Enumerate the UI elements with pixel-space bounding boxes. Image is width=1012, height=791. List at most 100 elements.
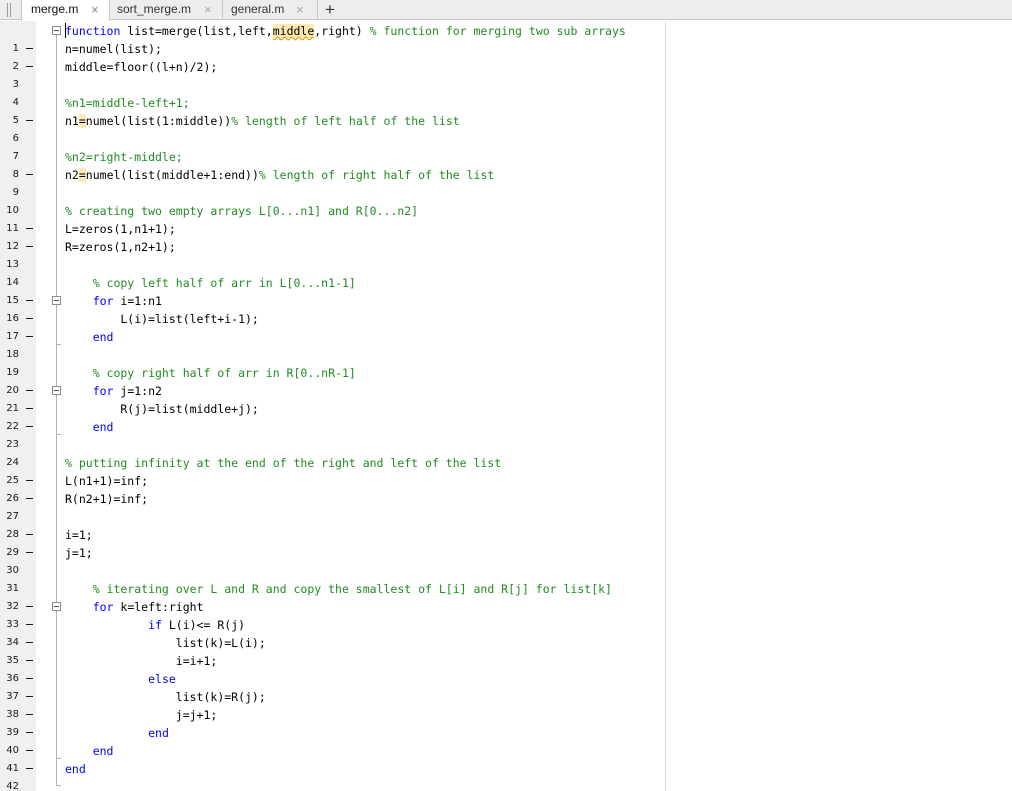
code-line[interactable]: 1 function list=merge(list,left,middle,r… bbox=[0, 22, 1012, 54]
code-line[interactable]: 39 j=j+1; bbox=[0, 706, 1012, 738]
code-line[interactable]: 21 for j=1:n2 bbox=[0, 382, 1012, 414]
code-line[interactable]: 30 j=1; bbox=[0, 544, 1012, 576]
code-text: if L(i)<= R(j) bbox=[148, 618, 246, 632]
code-line[interactable]: 6 n1=numel(list(1:middle))% length of le… bbox=[0, 112, 1012, 144]
code-line[interactable]: 41 end bbox=[0, 742, 1012, 774]
code-line[interactable]: 24 bbox=[0, 436, 1012, 468]
breakpoint-dash[interactable] bbox=[26, 174, 33, 175]
code-line[interactable]: 18 end bbox=[0, 328, 1012, 360]
breakpoint-dash[interactable] bbox=[26, 768, 33, 769]
breakpoint-dash[interactable] bbox=[26, 534, 33, 535]
code-text: else bbox=[148, 672, 176, 686]
code-editor[interactable]: 1 function list=merge(list,left,middle,r… bbox=[0, 21, 1012, 791]
code-line[interactable]: 28 bbox=[0, 508, 1012, 540]
tab-general-m[interactable]: general.m × bbox=[223, 0, 318, 20]
tab-bar-grip[interactable] bbox=[7, 3, 11, 17]
breakpoint-dash[interactable] bbox=[26, 552, 33, 553]
tab-merge-m[interactable]: merge.m × bbox=[21, 0, 110, 21]
code-line[interactable]: 14 bbox=[0, 256, 1012, 288]
code-text: j=1; bbox=[65, 546, 93, 560]
breakpoint-dash[interactable] bbox=[26, 606, 33, 607]
code-line[interactable]: 12 L=zeros(1,n1+1); bbox=[0, 220, 1012, 252]
breakpoint-dash[interactable] bbox=[26, 660, 33, 661]
code-text: n=numel(list); bbox=[65, 42, 162, 56]
close-tab-icon[interactable]: × bbox=[296, 0, 304, 19]
code-line[interactable]: 34 if L(i)<= R(j) bbox=[0, 616, 1012, 648]
code-line[interactable]: 23 end bbox=[0, 418, 1012, 450]
line-number: 42 bbox=[6, 781, 19, 791]
breakpoint-dash[interactable] bbox=[26, 390, 33, 391]
code-line[interactable]: 10 bbox=[0, 184, 1012, 216]
tab-label: general.m bbox=[231, 2, 285, 16]
code-line[interactable]: 33 for k=left:right bbox=[0, 598, 1012, 630]
breakpoint-dash[interactable] bbox=[26, 480, 33, 481]
code-line[interactable]: 11 % creating two empty arrays L[0...n1]… bbox=[0, 202, 1012, 234]
code-line[interactable]: 40 end bbox=[0, 724, 1012, 756]
code-text: for k=left:right bbox=[92, 600, 204, 614]
breakpoint-dash[interactable] bbox=[26, 318, 33, 319]
breakpoint-dash[interactable] bbox=[26, 300, 33, 301]
code-line[interactable]: 27 R(n2+1)=inf; bbox=[0, 490, 1012, 522]
code-line[interactable]: 3 middle=floor((l+n)/2); bbox=[0, 58, 1012, 90]
breakpoint-dash[interactable] bbox=[26, 498, 33, 499]
breakpoint-dash[interactable] bbox=[26, 120, 33, 121]
code-line[interactable]: 25 % putting infinity at the end of the … bbox=[0, 454, 1012, 486]
code-line[interactable]: 19 bbox=[0, 346, 1012, 378]
fold-toggle-icon[interactable] bbox=[52, 296, 61, 305]
code-line[interactable]: 7 bbox=[0, 130, 1012, 162]
breakpoint-dash[interactable] bbox=[26, 696, 33, 697]
code-line[interactable]: 37 else bbox=[0, 670, 1012, 702]
code-text: for i=1:n1 bbox=[92, 294, 162, 308]
fold-toggle-icon[interactable] bbox=[52, 386, 61, 395]
code-line[interactable]: 9 n2=numel(list(middle+1:end))% length o… bbox=[0, 166, 1012, 198]
code-line[interactable]: 20 % copy right half of arr in R[0..nR-1… bbox=[0, 364, 1012, 396]
breakpoint-dash[interactable] bbox=[26, 426, 33, 427]
code-text: end bbox=[92, 744, 114, 758]
code-line[interactable]: 31 bbox=[0, 562, 1012, 594]
breakpoint-dash[interactable] bbox=[26, 642, 33, 643]
fold-toggle-icon[interactable] bbox=[52, 26, 61, 35]
code-line[interactable]: 4 bbox=[0, 76, 1012, 108]
code-line[interactable]: 26 L(n1+1)=inf; bbox=[0, 472, 1012, 504]
code-line[interactable]: 2 n=numel(list); bbox=[0, 40, 1012, 72]
breakpoint-dash[interactable] bbox=[26, 66, 33, 67]
add-tab-button[interactable]: + bbox=[318, 0, 342, 20]
code-line[interactable]: 29 i=1; bbox=[0, 526, 1012, 558]
code-line[interactable]: 5 %n1=middle-left+1; bbox=[0, 94, 1012, 126]
code-line[interactable]: 32 % iterating over L and R and copy the… bbox=[0, 580, 1012, 612]
fold-toggle-icon[interactable] bbox=[52, 602, 61, 611]
breakpoint-dash[interactable] bbox=[26, 624, 33, 625]
code-line[interactable]: 8 %n2=right-middle; bbox=[0, 148, 1012, 180]
code-line[interactable]: 15 % copy left half of arr in L[0...n1-1… bbox=[0, 274, 1012, 306]
breakpoint-dash[interactable] bbox=[26, 750, 33, 751]
breakpoint-dash[interactable] bbox=[26, 408, 33, 409]
code-text: % copy left half of arr in L[0...n1-1] bbox=[65, 276, 356, 290]
code-text: end bbox=[148, 726, 169, 740]
breakpoint-dash[interactable] bbox=[26, 228, 33, 229]
code-line[interactable]: 17 L(i)=list(left+i-1); bbox=[0, 310, 1012, 342]
code-text: R(j)=list(middle+j); bbox=[65, 402, 259, 416]
breakpoint-dash[interactable] bbox=[26, 246, 33, 247]
tab-sort-merge-m[interactable]: sort_merge.m × bbox=[110, 0, 223, 20]
close-tab-icon[interactable]: × bbox=[204, 0, 212, 19]
breakpoint-dash[interactable] bbox=[26, 48, 33, 49]
code-text: % iterating over L and R and copy the sm… bbox=[65, 582, 612, 596]
code-line[interactable]: 22 R(j)=list(middle+j); bbox=[0, 400, 1012, 432]
code-text: n2=numel(list(middle+1:end))% length of … bbox=[65, 168, 495, 182]
code-text: % putting infinity at the end of the rig… bbox=[65, 456, 502, 470]
close-tab-icon[interactable]: × bbox=[91, 0, 99, 19]
code-text: L=zeros(1,n1+1); bbox=[65, 222, 176, 236]
code-text: for j=1:n2 bbox=[92, 384, 162, 398]
code-text: middle=floor((l+n)/2); bbox=[65, 60, 218, 74]
code-line[interactable]: 42 end bbox=[0, 760, 1012, 791]
code-line[interactable]: 35 list(k)=L(i); bbox=[0, 634, 1012, 666]
code-line[interactable]: 16 for i=1:n1 bbox=[0, 292, 1012, 324]
code-line[interactable]: 38 list(k)=R(j); bbox=[0, 688, 1012, 720]
code-line[interactable]: 13 R=zeros(1,n2+1); bbox=[0, 238, 1012, 270]
code-line[interactable]: 36 i=i+1; bbox=[0, 652, 1012, 684]
breakpoint-dash[interactable] bbox=[26, 714, 33, 715]
code-text: end bbox=[92, 330, 114, 344]
breakpoint-dash[interactable] bbox=[26, 732, 33, 733]
breakpoint-dash[interactable] bbox=[26, 678, 33, 679]
breakpoint-dash[interactable] bbox=[26, 336, 33, 337]
